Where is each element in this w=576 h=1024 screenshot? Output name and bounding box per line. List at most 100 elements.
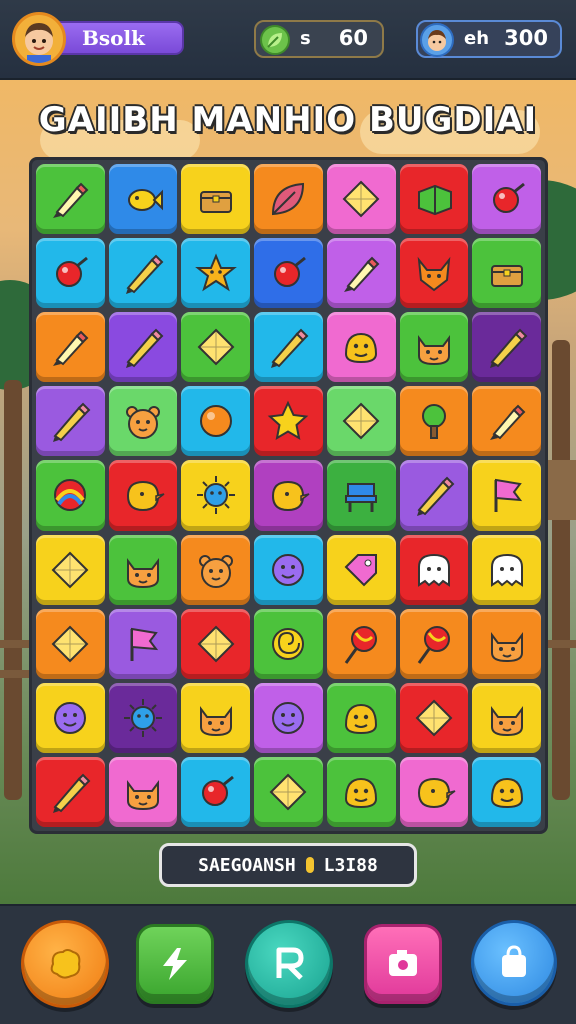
board-tile[interactable] (472, 386, 541, 457)
board-tile[interactable] (108, 756, 178, 827)
board-tile[interactable] (472, 238, 541, 309)
board-tile[interactable] (36, 312, 105, 383)
leaf-currency[interactable]: s 60 (254, 20, 384, 58)
board-tile[interactable] (181, 460, 251, 531)
board-tile[interactable] (254, 238, 323, 309)
score-label: SAEGOANSH (198, 854, 296, 876)
teal-r-button[interactable] (245, 920, 333, 1008)
board-tile[interactable] (181, 386, 251, 457)
board-tile[interactable] (254, 608, 323, 679)
green-lightning-button[interactable] (136, 924, 214, 1004)
tree-trunk (4, 380, 22, 800)
board-tile[interactable] (36, 534, 105, 605)
player-profile[interactable]: Bsolk (12, 12, 184, 66)
game-board (29, 157, 548, 834)
monster-icon (345, 333, 378, 364)
blue-bag-button[interactable] (471, 920, 557, 1006)
ghost-icon (417, 553, 450, 587)
board-tile[interactable] (472, 608, 541, 679)
board-tile[interactable] (36, 460, 105, 531)
smile-face-icon (54, 701, 87, 734)
board-tile[interactable] (108, 386, 178, 457)
board-tile[interactable] (254, 164, 323, 235)
gem-icon (51, 625, 89, 663)
board-tile[interactable] (254, 534, 323, 605)
gem-icon (305, 857, 314, 873)
board-tile[interactable] (399, 386, 469, 457)
friend-currency[interactable]: eh 300 (416, 20, 562, 58)
rainbow-ball-icon (54, 479, 87, 512)
board-tile[interactable] (326, 312, 396, 383)
board-tile[interactable] (399, 164, 469, 235)
board-tile[interactable] (108, 608, 178, 679)
board-tile[interactable] (254, 460, 323, 531)
board-tile[interactable] (254, 312, 323, 383)
board-tile[interactable] (472, 312, 541, 383)
board-tile[interactable] (254, 682, 323, 753)
board-tile[interactable] (326, 534, 396, 605)
board-tile[interactable] (36, 608, 105, 679)
board-tile[interactable] (399, 534, 469, 605)
board-tile[interactable] (181, 238, 251, 309)
game-title: GAIIBH MANHIO BUGDIAI (38, 100, 538, 140)
gem-icon (197, 328, 235, 366)
pink-photo-button[interactable] (364, 924, 442, 1004)
board-tile[interactable] (472, 460, 541, 531)
board-tile[interactable] (326, 164, 396, 235)
board-tile[interactable] (399, 756, 469, 827)
ghost-icon (490, 553, 523, 587)
cat-face-icon (127, 557, 160, 588)
board-tile[interactable] (36, 238, 105, 309)
board-tile[interactable] (108, 682, 178, 753)
board-tile[interactable] (36, 386, 105, 457)
board-tile[interactable] (181, 756, 251, 827)
board-tile[interactable] (254, 386, 323, 457)
board-tile[interactable] (326, 460, 396, 531)
sun-face-icon (196, 476, 235, 515)
board-tile[interactable] (181, 534, 251, 605)
orange-blob-button[interactable] (21, 920, 109, 1008)
board-tile[interactable] (472, 534, 541, 605)
board-tile[interactable] (36, 164, 105, 235)
bear-face-icon (126, 406, 161, 440)
board-tile[interactable] (181, 608, 251, 679)
board-tile[interactable] (108, 312, 178, 383)
board-tile[interactable] (399, 608, 469, 679)
board-tile[interactable] (36, 756, 105, 827)
lollipop-icon (417, 625, 450, 664)
board-tile[interactable] (326, 386, 396, 457)
board-tile[interactable] (108, 534, 178, 605)
board-tile[interactable] (108, 164, 178, 235)
board-tile[interactable] (254, 756, 323, 827)
leaf-value: 60 (338, 26, 368, 50)
board-tile[interactable] (36, 682, 105, 753)
fox-icon (417, 256, 451, 292)
leaf-label: s (300, 28, 311, 49)
board-tile[interactable] (399, 460, 469, 531)
board-tile[interactable] (326, 756, 396, 827)
book-icon (417, 184, 452, 216)
tree-icon (421, 404, 446, 440)
board-tile[interactable] (399, 312, 469, 383)
board-tile[interactable] (472, 756, 541, 827)
board-tile[interactable] (399, 682, 469, 753)
board-tile[interactable] (472, 164, 541, 235)
board-tile[interactable] (181, 164, 251, 235)
board-tile[interactable] (181, 312, 251, 383)
board-tile[interactable] (108, 238, 178, 309)
board-tile[interactable] (326, 682, 396, 753)
gem-icon (197, 625, 235, 663)
board-tile[interactable] (326, 238, 396, 309)
board-tile[interactable] (326, 608, 396, 679)
avatar[interactable] (12, 12, 66, 66)
board-tile[interactable] (472, 682, 541, 753)
board-tile[interactable] (108, 460, 178, 531)
gem-icon (415, 699, 453, 737)
star-icon (268, 400, 309, 441)
monster-icon (345, 703, 378, 734)
bird-face-icon (417, 777, 456, 808)
smile-face-icon (272, 553, 305, 586)
board-tile[interactable] (399, 238, 469, 309)
board-tile[interactable] (181, 682, 251, 753)
crayon-icon (489, 404, 526, 441)
